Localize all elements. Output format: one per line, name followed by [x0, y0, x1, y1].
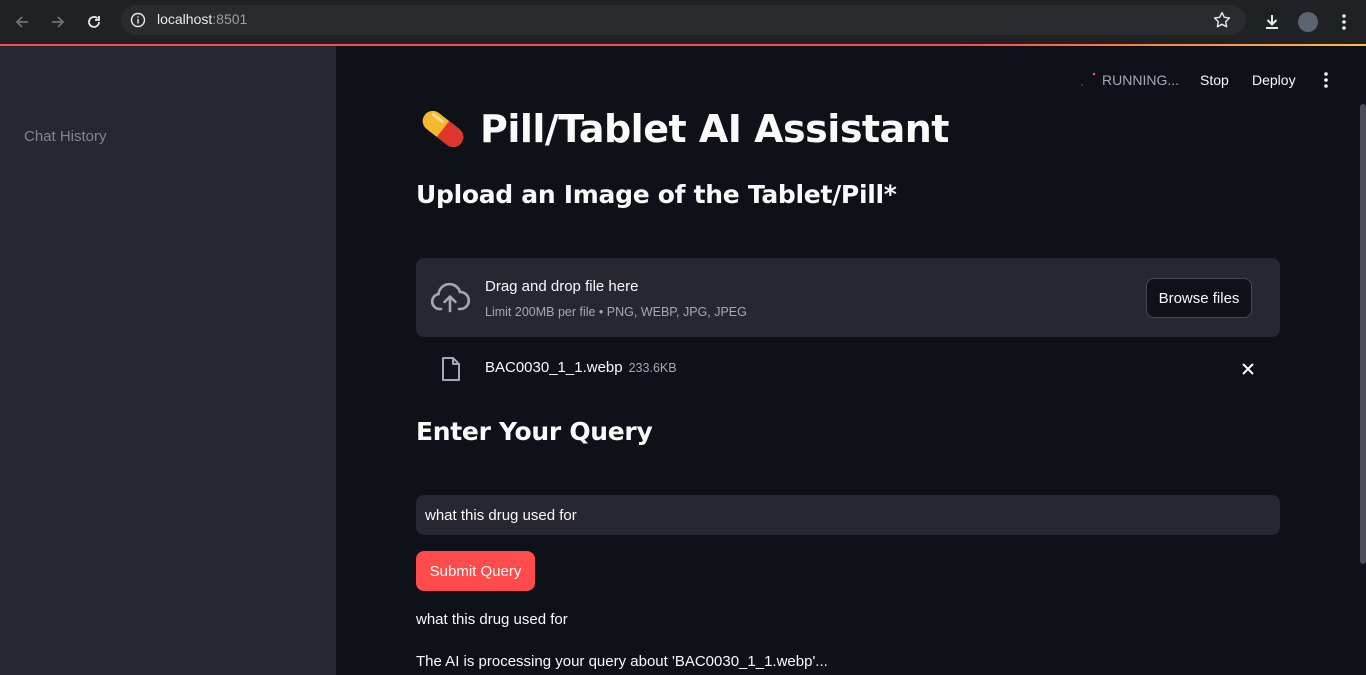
running-status: RUNNING... — [1102, 72, 1179, 88]
dropzone-limit: Limit 200MB per file • PNG, WEBP, JPG, J… — [485, 305, 747, 319]
forward-icon[interactable] — [46, 10, 70, 34]
profile-avatar[interactable] — [1294, 8, 1322, 36]
deploy-button[interactable]: Deploy — [1252, 72, 1296, 88]
upload-heading: Upload an Image of the Tablet/Pill* — [416, 180, 897, 209]
query-echo: what this drug used for — [416, 611, 568, 628]
uploaded-file: BAC0030_1_1.webp 233.6KB — [416, 350, 1280, 386]
pill-icon — [416, 102, 470, 156]
site-info-icon[interactable] — [130, 12, 146, 28]
sidebar-title: Chat History — [24, 128, 107, 145]
download-icon[interactable] — [1258, 8, 1286, 36]
page-title-text: Pill/Tablet AI Assistant — [480, 107, 949, 151]
query-heading: Enter Your Query — [416, 417, 653, 446]
reload-icon[interactable] — [82, 10, 106, 34]
app-header: RUNNING... Stop Deploy — [1066, 46, 1366, 114]
file-name: BAC0030_1_1.webp 233.6KB — [485, 359, 677, 376]
dropzone-instructions: Drag and drop file here — [485, 278, 639, 295]
file-icon — [440, 356, 462, 382]
page-title: Pill/Tablet AI Assistant — [416, 102, 949, 156]
file-size: 233.6KB — [628, 361, 677, 375]
app-menu-icon[interactable] — [1316, 70, 1336, 90]
processing-message: The AI is processing your query about 'B… — [416, 653, 828, 670]
cloud-upload-icon — [430, 282, 470, 314]
main-area: RUNNING... Stop Deploy Pill/Tablet AI As… — [336, 46, 1366, 675]
browser-menu-icon[interactable] — [1330, 8, 1358, 36]
main-scrollbar[interactable] — [1360, 104, 1366, 564]
stop-button[interactable]: Stop — [1200, 72, 1229, 88]
url-text: localhost:8501 — [157, 11, 248, 27]
file-dropzone[interactable]: Drag and drop file here Limit 200MB per … — [416, 258, 1280, 337]
remove-file-icon[interactable] — [1240, 361, 1256, 377]
browse-files-button[interactable]: Browse files — [1146, 278, 1252, 318]
sidebar: Chat History — [0, 46, 336, 675]
bookmark-star-icon[interactable] — [1212, 10, 1232, 30]
browser-toolbar: localhost:8501 — [0, 0, 1366, 44]
address-bar[interactable]: localhost:8501 — [121, 5, 1246, 35]
submit-query-button[interactable]: Submit Query — [416, 551, 535, 591]
query-input[interactable] — [416, 495, 1280, 535]
back-icon[interactable] — [10, 10, 34, 34]
running-spinner-icon — [1078, 70, 1098, 90]
